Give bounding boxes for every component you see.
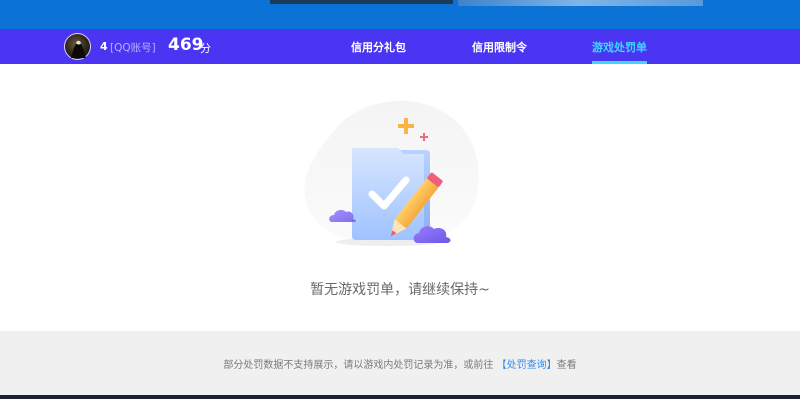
empty-state-illustration xyxy=(304,100,479,247)
empty-state-message: 暂无游戏罚单，请继续保持~ xyxy=(310,282,490,298)
active-tab-indicator xyxy=(592,61,647,64)
credit-score: 469 xyxy=(168,35,204,55)
avatar-image xyxy=(71,40,86,58)
tab-credit-gift[interactable]: 信用分礼包 xyxy=(351,39,406,55)
footer-notice-text: 部分处罚数据不支持展示，请以游戏内处罚记录为准，或前往 xyxy=(223,360,494,371)
top-strip-overlay xyxy=(270,0,453,4)
bottom-bar xyxy=(0,395,800,399)
tab-game-penalty[interactable]: 游戏处罚单 xyxy=(592,39,647,55)
tab-credit-restriction[interactable]: 信用限制令 xyxy=(472,39,527,55)
penalty-query-link[interactable]: 【处罚查询】 xyxy=(497,360,557,371)
footer-notice: 部分处罚数据不支持展示，请以游戏内处罚记录为准，或前往 【处罚查询】查看 xyxy=(0,356,800,371)
account-type: [QQ账号] xyxy=(110,42,156,54)
top-strip-overlay-right xyxy=(458,0,703,6)
credit-navbar: 4 [QQ账号] 469 分 信用分礼包 信用限制令 游戏处罚单 xyxy=(0,29,800,64)
browser-top-strip xyxy=(0,0,800,29)
avatar[interactable] xyxy=(64,33,91,60)
footer-notice-suffix: 查看 xyxy=(556,360,577,371)
footer: 部分处罚数据不支持展示，请以游戏内处罚记录为准，或前往 【处罚查询】查看 xyxy=(0,331,800,395)
user-id: 4 xyxy=(100,40,108,53)
credit-score-unit: 分 xyxy=(200,42,211,55)
